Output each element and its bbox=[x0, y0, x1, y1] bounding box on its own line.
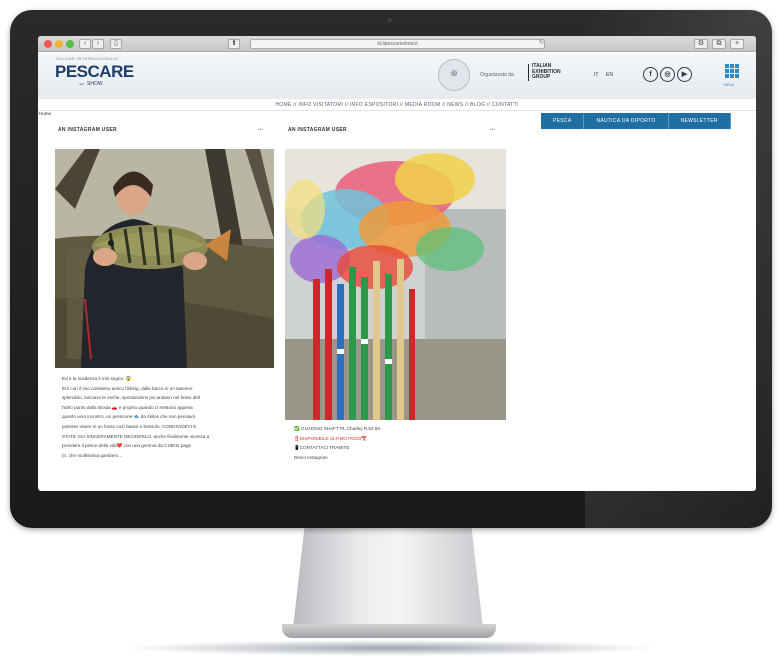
ieg-logo[interactable]: ITALIAN EXHIBITION GROUP bbox=[528, 63, 561, 81]
post-caption: Ed è la scadenza il mio sogno. 😱 Ero con… bbox=[62, 376, 210, 458]
menu-grid-icon[interactable] bbox=[725, 64, 739, 78]
tabs-overview-button[interactable]: ⧉ bbox=[712, 39, 726, 49]
maximize-window-button[interactable] bbox=[66, 40, 74, 48]
tab-newsletter[interactable]: NEWSLETTER bbox=[668, 113, 731, 129]
logo-tagline: SALONE INTERNAZIONALE bbox=[56, 56, 119, 61]
more-icon[interactable]: ••• bbox=[490, 124, 495, 136]
instagram-post[interactable]: AN INSTAGRAM USER ••• bbox=[52, 124, 276, 491]
lang-it-link[interactable]: IT bbox=[594, 72, 598, 78]
instagram-post[interactable]: AN INSTAGRAM USER ••• bbox=[284, 124, 508, 491]
reload-icon[interactable]: ↻ bbox=[539, 39, 544, 46]
post-caption: ✅ GUADINO SHAFT PL Charley R.52.50 ‼️DIS… bbox=[294, 426, 380, 460]
main-nav[interactable]: HOME // INFO VISITATORI // INFO ESPOSITO… bbox=[38, 99, 756, 111]
sidebar-toggle-button[interactable]: ▯ bbox=[110, 39, 122, 49]
logo-subtitle: SHOW bbox=[87, 81, 103, 87]
browser-toolbar: ‹ › ▯ ⬆ iit.ilpescareshow.it ↻ ⚙ ⧉ + bbox=[38, 36, 756, 52]
forward-button[interactable]: › bbox=[92, 39, 104, 49]
landing-nets-photo bbox=[285, 149, 506, 420]
back-button[interactable]: ‹ bbox=[79, 39, 91, 49]
fisherman-photo bbox=[55, 149, 274, 368]
tab-pesca[interactable]: PESCA bbox=[541, 113, 585, 129]
new-tab-button[interactable]: + bbox=[730, 39, 744, 49]
camera-icon bbox=[387, 18, 392, 23]
post-author[interactable]: AN INSTAGRAM USER bbox=[288, 124, 347, 136]
stage: ‹ › ▯ ⬆ iit.ilpescareshow.it ↻ ⚙ ⧉ + SAL… bbox=[0, 0, 780, 662]
globe-icon: ⊕ bbox=[450, 68, 458, 78]
monitor-stand bbox=[293, 528, 483, 628]
lang-en-link[interactable]: EN bbox=[606, 72, 613, 78]
breadcrumb[interactable]: Home bbox=[39, 111, 51, 116]
organized-by-label: Organizzato da bbox=[480, 72, 514, 78]
youtube-icon[interactable]: ▶ bbox=[677, 67, 692, 82]
more-icon[interactable]: ••• bbox=[258, 124, 263, 136]
post-photo[interactable] bbox=[285, 149, 506, 420]
menu-label: MENU bbox=[724, 83, 735, 87]
minimize-window-button[interactable] bbox=[55, 40, 63, 48]
section-tabs: PESCA NAUTICA DA DIPORTO NEWSLETTER bbox=[541, 113, 731, 129]
monitor-foot bbox=[282, 624, 496, 638]
site-logo[interactable]: PESCARE bbox=[55, 62, 134, 82]
settings-button[interactable]: ⚙ bbox=[694, 39, 708, 49]
instagram-icon[interactable]: ◎ bbox=[660, 67, 675, 82]
close-window-button[interactable] bbox=[44, 40, 52, 48]
site-header: SALONE INTERNAZIONALE PESCARE ⌣ SHOW ⊕ O… bbox=[38, 53, 756, 99]
post-author[interactable]: AN INSTAGRAM USER bbox=[58, 124, 117, 136]
facebook-icon[interactable]: f bbox=[643, 67, 658, 82]
post-photo[interactable] bbox=[55, 149, 274, 368]
screen: ‹ › ▯ ⬆ iit.ilpescareshow.it ↻ ⚙ ⧉ + SAL… bbox=[38, 36, 756, 491]
hook-icon: ⌣ bbox=[79, 79, 85, 88]
share-button[interactable]: ⬆ bbox=[228, 39, 240, 49]
floor-shadow bbox=[120, 640, 660, 656]
tab-nautica[interactable]: NAUTICA DA DIPORTO bbox=[584, 113, 669, 129]
address-bar[interactable]: iit.ilpescareshow.it bbox=[250, 39, 545, 49]
